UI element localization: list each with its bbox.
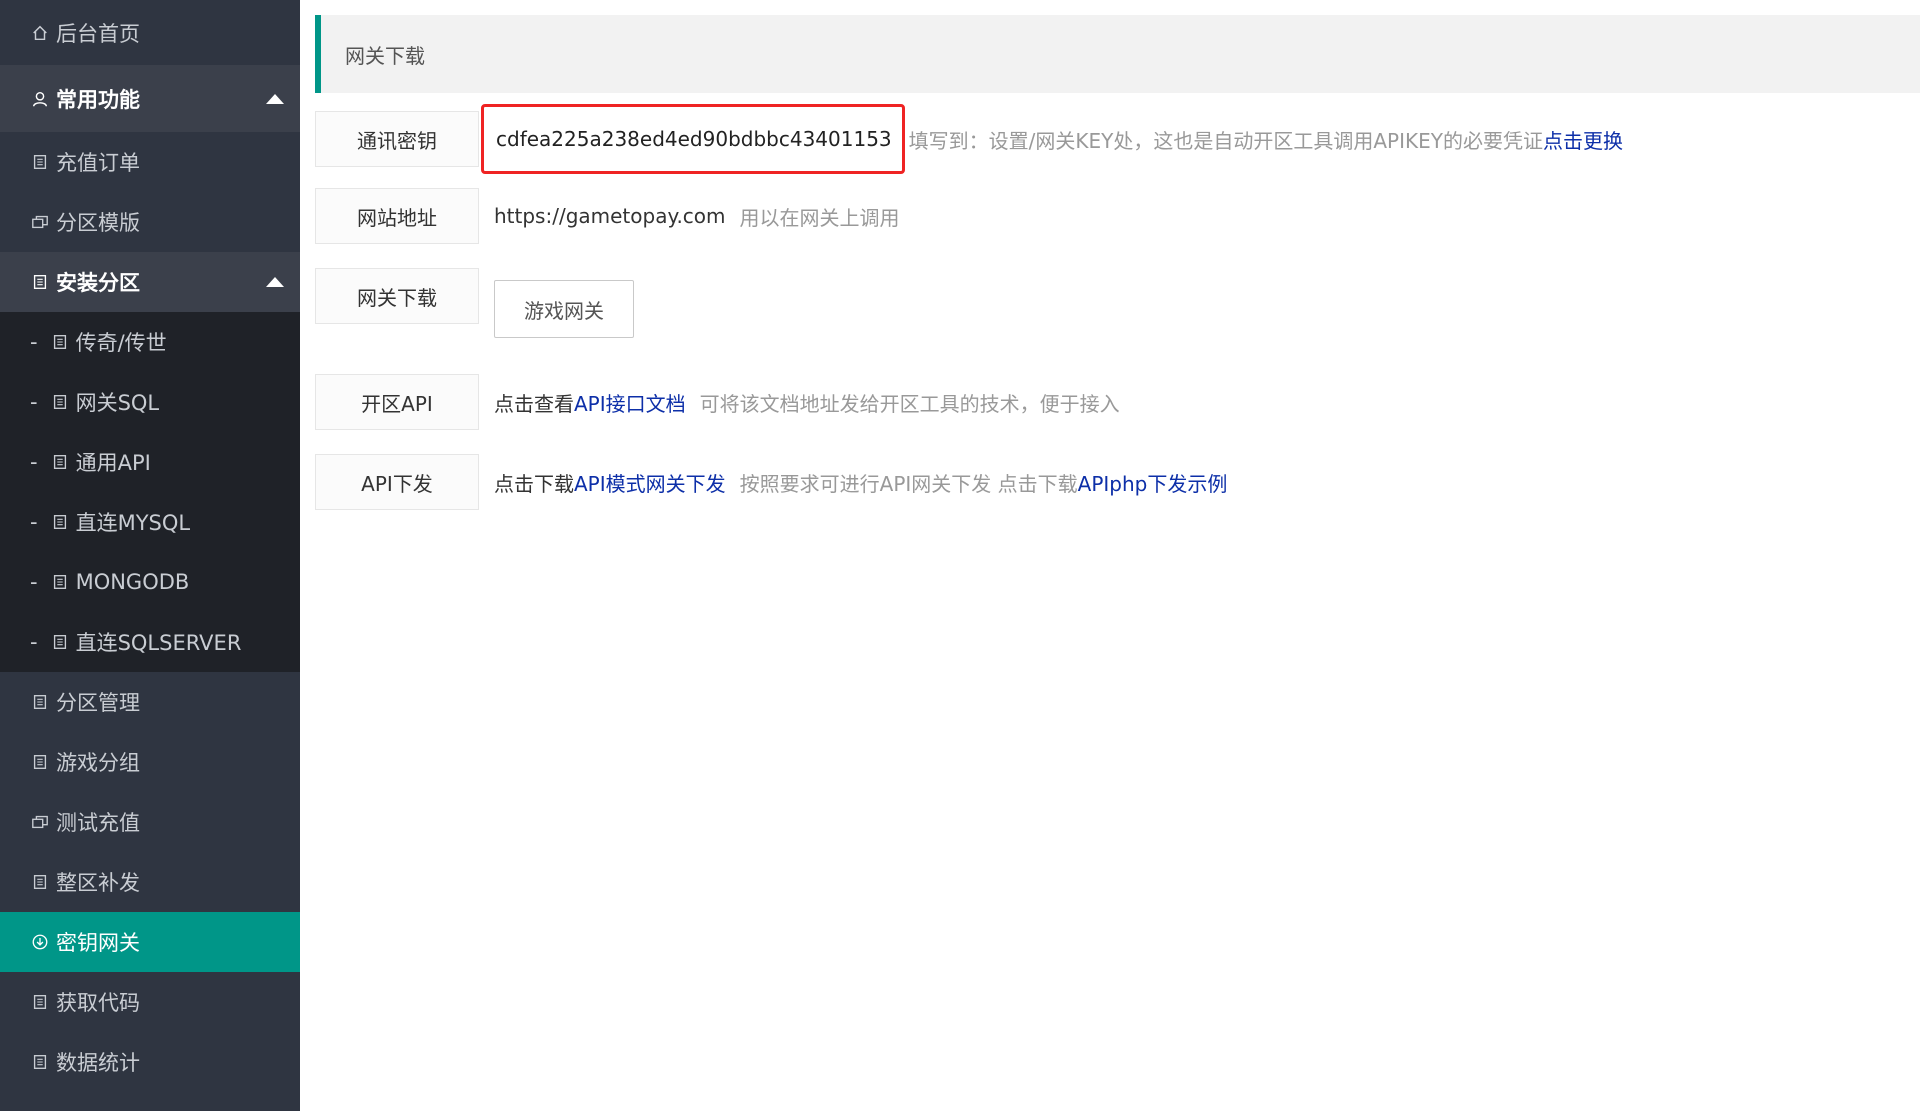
home-icon [30,23,50,43]
api-prefix: 点击查看 [494,391,574,416]
dash: - [30,450,38,474]
sidebar-item-label: 整区补发 [56,871,140,895]
sidebar-item-label: 测试充值 [56,811,140,835]
sidebar-group-label: 常用功能 [56,87,140,112]
api-hint: 可将该文档地址发给开区工具的技术，便于接入 [699,391,1120,416]
api-push-prefix: 点击下载 [494,471,574,496]
cards-icon [30,212,50,232]
document-icon [50,332,70,352]
row-api-push: API下发 点击下载 API模式网关下发 按照要求可进行API网关下发 点击下载… [315,454,1227,510]
document-icon [50,572,70,592]
game-gateway-button[interactable]: 游戏网关 [494,280,634,338]
sidebar-subitem[interactable]: - 传奇/传世 [0,312,300,372]
document-icon [30,872,50,892]
change-key-link[interactable]: 点击更换 [1543,125,1623,154]
api-push-hint: 按照要求可进行API网关下发 点击下载 [739,471,1078,496]
sidebar-item-label: MONGODB [75,570,190,594]
sidebar-group-label: 安装分区 [56,271,140,295]
sidebar-item-label: 密钥网关 [56,931,140,955]
sidebar-subitem[interactable]: - 通用API [0,432,300,492]
sidebar-item-game-group[interactable]: 游戏分组 [0,732,300,792]
sidebar-item-recharge-orders[interactable]: 充值订单 [0,132,300,192]
row-site-url: 网站地址 https://gametopay.com 用以在网关上调用 [315,188,900,244]
row-secret-key: 通讯密钥 cdfea225a238ed4ed90bdbbc43401153 填写… [315,104,1623,174]
sidebar-subitem[interactable]: - 直连MYSQL [0,492,300,552]
document-icon [50,512,70,532]
caret-up-icon [266,277,284,287]
sidebar-subitem[interactable]: - MONGODB [0,552,300,612]
dash: - [30,510,38,534]
site-url-hint: 用以在网关上调用 [739,205,900,230]
sidebar-item-test-recharge[interactable]: 测试充值 [0,792,300,852]
sidebar-subitem[interactable]: - 网关SQL [0,372,300,432]
sidebar-item-key-gateway[interactable]: 密钥网关 [0,912,300,972]
document-icon [30,752,50,772]
dash: - [30,630,38,654]
document-icon [30,1052,50,1072]
field-label: 通讯密钥 [315,111,479,167]
document-icon [30,152,50,172]
secret-key-value[interactable]: cdfea225a238ed4ed90bdbbc43401153 [481,104,905,174]
document-icon [50,632,70,652]
row-open-api: 开区API 点击查看 API接口文档 可将该文档地址发给开区工具的技术，便于接入 [315,374,1120,430]
api-php-example-link[interactable]: APIphp下发示例 [1078,468,1228,497]
site-url: https://gametopay.com [494,204,726,228]
sidebar-item-label: 分区管理 [56,691,140,715]
sidebar-item-label: 通用API [75,451,151,475]
dash: - [30,330,38,354]
row-gateway-download: 网关下载 游戏网关 [315,268,634,338]
document-icon [30,992,50,1012]
sidebar-item-label: 传奇/传世 [75,331,167,355]
sidebar-item-label: 获取代码 [56,991,140,1015]
field-label: 网关下载 [315,268,479,324]
document-icon [50,452,70,472]
sidebar-item-get-code[interactable]: 获取代码 [0,972,300,1032]
secret-key-hint: 填写到：设置/网关KEY处，这也是自动开区工具调用APIKEY的必要凭证 [908,128,1543,153]
field-label: 开区API [315,374,479,430]
dash: - [30,570,38,594]
sidebar-item-label: 直连SQLSERVER [75,631,242,655]
sidebar-item-label: 后台首页 [56,21,140,46]
sidebar-group-install[interactable]: 安装分区 [0,252,300,312]
cards-icon [30,812,50,832]
caret-up-icon [266,93,284,104]
api-docs-link[interactable]: API接口文档 [574,388,686,417]
page-title: 网关下载 [315,15,1920,93]
sidebar-item-label: 数据统计 [56,1051,140,1075]
field-label: API下发 [315,454,479,510]
document-icon [30,272,50,292]
download-circle-icon [30,932,50,952]
sidebar-item-label: 网关SQL [75,391,160,415]
document-icon [50,392,70,412]
user-icon [30,89,50,109]
sidebar: 后台首页 常用功能 充值订单 分区模版 安装分区 - 传奇/传世 - 网关SQL… [0,0,300,1111]
sidebar-item-label: 充值订单 [56,151,140,175]
sidebar-item-label: 游戏分组 [56,751,140,775]
field-label: 网站地址 [315,188,479,244]
secret-key-text: cdfea225a238ed4ed90bdbbc43401153 [496,127,892,151]
sidebar-item-data-stats[interactable]: 数据统计 [0,1032,300,1092]
app: 后台首页 常用功能 充值订单 分区模版 安装分区 - 传奇/传世 - 网关SQL… [0,0,1920,1111]
sidebar-item-full-reissue[interactable]: 整区补发 [0,852,300,912]
sidebar-item-label: 直连MYSQL [75,511,191,535]
document-icon [30,692,50,712]
main-content: 网关下载 通讯密钥 cdfea225a238ed4ed90bdbbc434011… [300,0,1920,1111]
dash: - [30,390,38,414]
api-gateway-push-link[interactable]: API模式网关下发 [574,468,726,497]
sidebar-item-zone-manage[interactable]: 分区管理 [0,672,300,732]
sidebar-item-label: 分区模版 [56,211,140,235]
sidebar-group-common[interactable]: 常用功能 [0,65,300,132]
sidebar-item-zone-templates[interactable]: 分区模版 [0,192,300,252]
sidebar-subitem[interactable]: - 直连SQLSERVER [0,612,300,672]
sidebar-item-home[interactable]: 后台首页 [0,0,300,65]
